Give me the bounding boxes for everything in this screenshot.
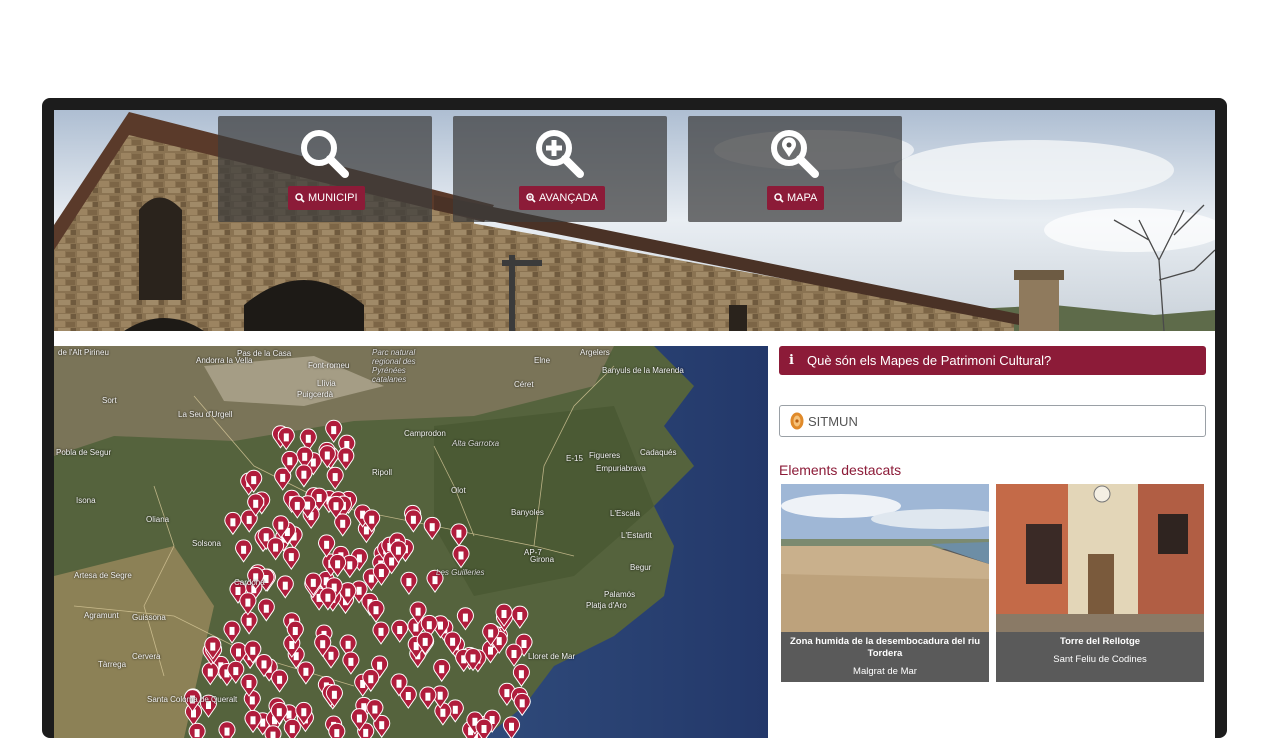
map-label: L'Estartit xyxy=(621,531,652,540)
card-town: Malgrat de Mar xyxy=(853,666,917,677)
map-label: Palamós xyxy=(604,590,636,599)
map-label: Font-romeu xyxy=(308,361,350,370)
map-label: Cardona xyxy=(234,578,265,587)
hero-banner: MUNICIPI AVANÇADA MAPA xyxy=(54,110,1215,331)
map-label: Les Guilleries xyxy=(436,568,485,577)
mapa-button[interactable]: MAPA xyxy=(767,186,825,210)
heritage-marker-icon[interactable] xyxy=(264,725,282,738)
map-label: Argelers xyxy=(580,348,610,357)
map-label: de l'Alt Pirineu xyxy=(58,348,109,357)
featured-card[interactable]: Zona humida de la desembocadura del riu … xyxy=(781,484,989,682)
map-label: L'Escala xyxy=(610,509,640,518)
map-label: Elne xyxy=(534,356,551,365)
map-marker-search-icon xyxy=(774,193,784,203)
heritage-marker-icon[interactable] xyxy=(218,721,236,738)
card-title: Zona humida de la desembocadura del riu … xyxy=(789,636,981,659)
advanced-search-tile[interactable]: AVANÇADA xyxy=(453,116,667,222)
search-icon xyxy=(295,193,305,203)
map-label: Olot xyxy=(451,486,466,495)
map-label: Puigcerdà xyxy=(297,390,334,399)
map-label: Agramunt xyxy=(84,611,119,620)
avancada-label: AVANÇADA xyxy=(539,192,598,204)
search-icon xyxy=(301,130,349,178)
map-label: Banyoles xyxy=(511,508,544,517)
map-label: Pas de la Casa xyxy=(237,349,292,358)
municipi-button[interactable]: MUNICIPI xyxy=(288,186,365,210)
map-label: Guissona xyxy=(132,613,166,622)
map-label: Solsona xyxy=(192,539,221,548)
featured-card[interactable]: Torre del Rellotge Sant Feliu de Codines xyxy=(996,484,1204,682)
map-label: Lloret de Mar xyxy=(528,652,576,661)
map-label: Ripoll xyxy=(372,468,393,477)
map-label: Platja d'Aro xyxy=(586,601,627,610)
map-label: Oliana xyxy=(146,515,170,524)
map-label: AP-7 xyxy=(524,548,542,557)
beach-photo xyxy=(781,484,989,632)
map-label: Isona xyxy=(76,496,96,505)
card-town: Sant Feliu de Codines xyxy=(1053,654,1147,665)
info-label: Què són els Mapes de Patrimoni Cultural? xyxy=(807,353,1052,368)
map-label: Santa Coloma de Queralt xyxy=(147,695,238,704)
monitor-frame: MUNICIPI AVANÇADA MAPA de l'Alt Pirineu … xyxy=(42,98,1227,738)
map-label: La Seu d'Urgell xyxy=(178,410,233,419)
map-label: Figueres xyxy=(589,451,621,460)
info-icon: i xyxy=(789,353,794,368)
clock-tower-photo xyxy=(996,484,1204,632)
heritage-marker-icon[interactable] xyxy=(188,722,206,738)
map-label: Banyuls de la Marenda xyxy=(602,366,684,375)
search-municipality-tile[interactable]: MUNICIPI xyxy=(218,116,432,222)
map-label: Begur xyxy=(630,563,652,572)
zoom-in-icon xyxy=(526,193,536,203)
municipi-label: MUNICIPI xyxy=(308,192,358,204)
map-label: Alta Garrotxa xyxy=(452,439,500,448)
sitmun-link[interactable]: SITMUN xyxy=(779,405,1206,437)
map-label: Parc natural regional des Pyrénées catal… xyxy=(372,348,416,384)
featured-title: Elements destacats xyxy=(779,462,902,478)
map-label: Llívia xyxy=(317,379,336,388)
map-label: Camprodon xyxy=(404,429,446,438)
map-search-tile[interactable]: MAPA xyxy=(688,116,902,222)
heritage-map[interactable]: de l'Alt Pirineu Andorra la Vella Pas de… xyxy=(54,346,768,738)
card-title: Torre del Rellotge xyxy=(1059,636,1141,647)
avancada-button[interactable]: AVANÇADA xyxy=(519,186,605,210)
map-label: Artesa de Segre xyxy=(74,571,132,580)
map-label: Cervera xyxy=(132,652,161,661)
info-bar[interactable]: i Què són els Mapes de Patrimoni Cultura… xyxy=(779,346,1206,375)
heritage-marker-icon[interactable] xyxy=(328,722,346,738)
sitmun-logo-icon xyxy=(790,412,804,430)
screen: MUNICIPI AVANÇADA MAPA de l'Alt Pirineu … xyxy=(54,110,1215,738)
sitmun-label: SITMUN xyxy=(808,413,858,429)
map-label: Sort xyxy=(102,396,117,405)
zoom-in-icon xyxy=(536,130,584,178)
map-label: Pobla de Segur xyxy=(56,448,112,457)
map-label: Tàrrega xyxy=(98,660,127,669)
map-label: Céret xyxy=(514,380,534,389)
satellite-map[interactable] xyxy=(54,346,768,738)
map-label: Cadaqués xyxy=(640,448,677,457)
mapa-label: MAPA xyxy=(787,192,818,204)
map-label: Empuriabrava xyxy=(596,464,646,473)
map-marker-search-icon xyxy=(771,130,819,178)
map-label: E-15 xyxy=(566,454,583,463)
